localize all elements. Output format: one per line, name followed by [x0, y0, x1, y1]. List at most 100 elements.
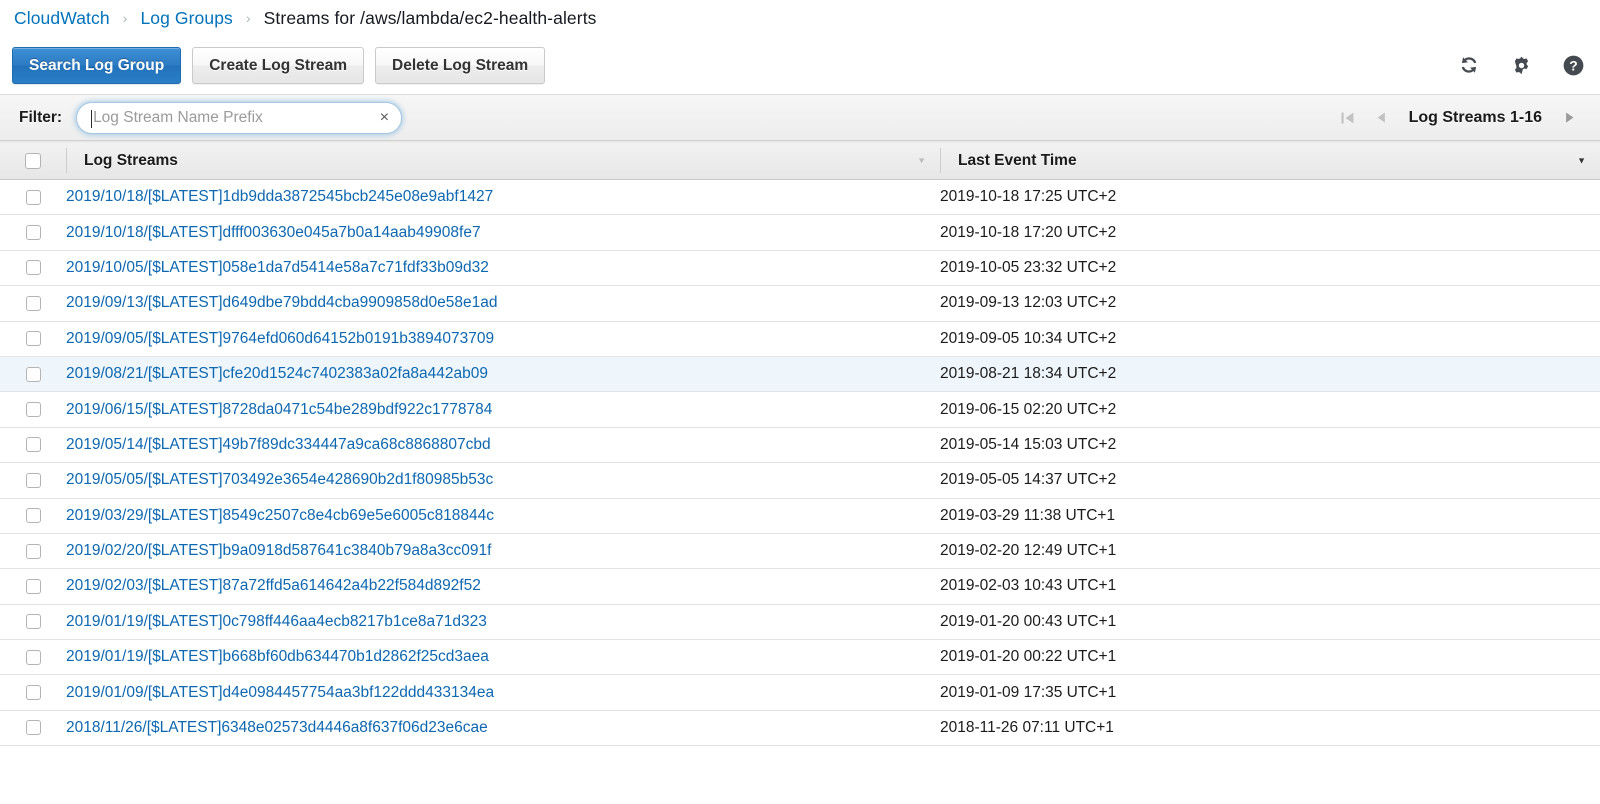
row-checkbox[interactable]	[25, 685, 41, 701]
log-stream-link[interactable]: 2019/05/14/[$LATEST]49b7f89dc334447a9ca6…	[66, 436, 491, 453]
gear-icon[interactable]	[1508, 52, 1534, 78]
toolbar-icon-group: ?	[1456, 52, 1586, 78]
log-stream-name-cell: 2019/10/18/[$LATEST]1db9dda3872545bcb245…	[66, 179, 940, 216]
log-stream-name-cell: 2019/08/21/[$LATEST]cfe20d1524c7402383a0…	[66, 356, 940, 393]
log-stream-name-cell: 2019/10/05/[$LATEST]058e1da7d5414e58a7c7…	[66, 250, 940, 287]
table-row[interactable]: 2018/11/26/[$LATEST]6348e02573d4446a8f63…	[0, 710, 1600, 747]
cloudwatch-log-streams-page: CloudWatch › Log Groups › Streams for /a…	[0, 0, 1600, 804]
log-stream-name-cell: 2018/11/26/[$LATEST]6348e02573d4446a8f63…	[66, 710, 940, 747]
row-checkbox[interactable]	[25, 331, 41, 347]
last-event-time-cell: 2019-08-21 18:34 UTC+2	[940, 356, 1600, 393]
table-row[interactable]: 2019/06/15/[$LATEST]8728da0471c54be289bd…	[0, 391, 1600, 428]
refresh-icon[interactable]	[1456, 52, 1482, 78]
log-stream-name-cell: 2019/05/14/[$LATEST]49b7f89dc334447a9ca6…	[66, 427, 940, 464]
row-checkbox-cell	[0, 674, 66, 711]
filter-label: Filter:	[19, 108, 63, 126]
row-checkbox-cell	[0, 321, 66, 357]
log-stream-name-cell: 2019/03/29/[$LATEST]8549c2507c8e4cb69e5e…	[66, 498, 940, 534]
row-checkbox-cell	[0, 710, 66, 747]
table-row[interactable]: 2019/01/19/[$LATEST]b668bf60db634470b1d2…	[0, 639, 1600, 676]
column-header-log-streams[interactable]: Log Streams ▼	[66, 141, 940, 180]
last-event-time-cell: 2019-10-05 23:32 UTC+2	[940, 250, 1600, 287]
table-row[interactable]: 2019/09/13/[$LATEST]d649dbe79bdd4cba9909…	[0, 285, 1600, 322]
log-stream-link[interactable]: 2019/02/20/[$LATEST]b9a0918d587641c3840b…	[66, 542, 491, 559]
column-header-log-streams-label: Log Streams	[84, 151, 178, 169]
log-stream-link[interactable]: 2019/01/19/[$LATEST]0c798ff446aa4ecb8217…	[66, 613, 487, 630]
log-stream-link[interactable]: 2018/11/26/[$LATEST]6348e02573d4446a8f63…	[66, 719, 488, 736]
log-stream-link[interactable]: 2019/02/03/[$LATEST]87a72ffd5a614642a4b2…	[66, 577, 481, 594]
help-icon[interactable]: ?	[1560, 52, 1586, 78]
row-checkbox[interactable]	[25, 472, 41, 488]
first-page-button[interactable]	[1331, 103, 1365, 133]
breadcrumb-cloudwatch[interactable]: CloudWatch	[14, 8, 110, 29]
table-row[interactable]: 2019/02/03/[$LATEST]87a72ffd5a614642a4b2…	[0, 568, 1600, 605]
row-checkbox[interactable]	[25, 543, 41, 559]
search-log-group-button[interactable]: Search Log Group	[12, 46, 182, 84]
row-checkbox[interactable]	[25, 366, 41, 382]
log-stream-link[interactable]: 2019/10/18/[$LATEST]1db9dda3872545bcb245…	[66, 188, 493, 205]
toolbar: Search Log Group Create Log Stream Delet…	[0, 36, 1600, 94]
row-checkbox[interactable]	[25, 508, 41, 524]
log-stream-name-cell: 2019/09/05/[$LATEST]9764efd060d64152b019…	[66, 321, 940, 357]
log-stream-link[interactable]: 2019/06/15/[$LATEST]8728da0471c54be289bd…	[66, 401, 492, 418]
column-header-last-event-time-label: Last Event Time	[958, 151, 1077, 169]
log-stream-link[interactable]: 2019/09/13/[$LATEST]d649dbe79bdd4cba9909…	[66, 294, 498, 311]
last-event-time-cell: 2019-02-20 12:49 UTC+1	[940, 533, 1600, 570]
log-stream-name-cell: 2019/01/19/[$LATEST]0c798ff446aa4ecb8217…	[66, 604, 940, 641]
table-row[interactable]: 2019/05/14/[$LATEST]49b7f89dc334447a9ca6…	[0, 427, 1600, 464]
previous-page-button[interactable]	[1365, 103, 1399, 133]
table-row[interactable]: 2019/02/20/[$LATEST]b9a0918d587641c3840b…	[0, 533, 1600, 570]
table-body: 2019/10/18/[$LATEST]1db9dda3872545bcb245…	[0, 179, 1600, 747]
last-event-time-cell: 2018-11-26 07:11 UTC+1	[940, 710, 1600, 747]
row-checkbox[interactable]	[25, 614, 41, 630]
table-row[interactable]: 2019/10/05/[$LATEST]058e1da7d5414e58a7c7…	[0, 250, 1600, 287]
delete-log-stream-button[interactable]: Delete Log Stream	[375, 46, 546, 84]
row-checkbox[interactable]	[25, 401, 41, 417]
log-stream-link[interactable]: 2019/08/21/[$LATEST]cfe20d1524c7402383a0…	[66, 365, 488, 382]
table-row[interactable]: 2019/01/19/[$LATEST]0c798ff446aa4ecb8217…	[0, 604, 1600, 641]
table-row[interactable]: 2019/09/05/[$LATEST]9764efd060d64152b019…	[0, 321, 1600, 357]
row-checkbox[interactable]	[25, 578, 41, 594]
row-checkbox[interactable]	[25, 189, 41, 205]
log-stream-filter-input[interactable]	[77, 102, 402, 133]
filter-field[interactable]: ×	[76, 101, 403, 134]
row-checkbox-cell	[0, 356, 66, 393]
sort-descending-icon[interactable]: ▼	[1577, 156, 1586, 165]
chevron-down-icon[interactable]: ▼	[917, 156, 926, 165]
header-divider	[66, 148, 67, 173]
table-row[interactable]: 2019/03/29/[$LATEST]8549c2507c8e4cb69e5e…	[0, 498, 1600, 534]
log-stream-link[interactable]: 2019/01/09/[$LATEST]d4e0984457754aa3bf12…	[66, 684, 494, 701]
clear-filter-icon[interactable]: ×	[380, 109, 389, 126]
log-stream-link[interactable]: 2019/01/19/[$LATEST]b668bf60db634470b1d2…	[66, 648, 489, 665]
table-row[interactable]: 2019/10/18/[$LATEST]dfff003630e045a7b0a1…	[0, 214, 1600, 251]
select-all-checkbox[interactable]	[25, 152, 41, 169]
create-log-stream-button[interactable]: Create Log Stream	[192, 46, 365, 84]
next-page-button[interactable]	[1552, 103, 1586, 133]
row-checkbox[interactable]	[25, 437, 41, 453]
log-stream-link[interactable]: 2019/10/05/[$LATEST]058e1da7d5414e58a7c7…	[66, 259, 489, 276]
table-row[interactable]: 2019/08/21/[$LATEST]cfe20d1524c7402383a0…	[0, 356, 1600, 393]
log-stream-name-cell: 2019/06/15/[$LATEST]8728da0471c54be289bd…	[66, 391, 940, 428]
table-row[interactable]: 2019/10/18/[$LATEST]1db9dda3872545bcb245…	[0, 179, 1600, 216]
log-stream-name-cell: 2019/10/18/[$LATEST]dfff003630e045a7b0a1…	[66, 214, 940, 251]
breadcrumb-log-groups[interactable]: Log Groups	[140, 8, 232, 29]
log-stream-link[interactable]: 2019/10/18/[$LATEST]dfff003630e045a7b0a1…	[66, 224, 481, 241]
pagination-label: Log Streams 1-16	[1408, 108, 1542, 126]
row-checkbox-cell	[0, 604, 66, 641]
last-event-time-cell: 2019-01-20 00:22 UTC+1	[940, 639, 1600, 676]
row-checkbox[interactable]	[25, 295, 41, 311]
log-stream-link[interactable]: 2019/05/05/[$LATEST]703492e3654e428690b2…	[66, 471, 493, 488]
log-stream-link[interactable]: 2019/03/29/[$LATEST]8549c2507c8e4cb69e5e…	[66, 507, 494, 524]
row-checkbox[interactable]	[25, 649, 41, 665]
row-checkbox[interactable]	[25, 260, 41, 276]
table-row[interactable]: 2019/05/05/[$LATEST]703492e3654e428690b2…	[0, 462, 1600, 499]
row-checkbox[interactable]	[25, 224, 41, 240]
log-stream-link[interactable]: 2019/09/05/[$LATEST]9764efd060d64152b019…	[66, 330, 494, 347]
row-checkbox-cell	[0, 462, 66, 499]
table-header-row: Log Streams ▼ Last Event Time ▼	[0, 141, 1600, 180]
row-checkbox-cell	[0, 250, 66, 287]
row-checkbox[interactable]	[25, 720, 41, 736]
column-header-last-event-time[interactable]: Last Event Time ▼	[940, 141, 1600, 180]
breadcrumb-separator-1: ›	[122, 10, 128, 26]
table-row[interactable]: 2019/01/09/[$LATEST]d4e0984457754aa3bf12…	[0, 674, 1600, 711]
